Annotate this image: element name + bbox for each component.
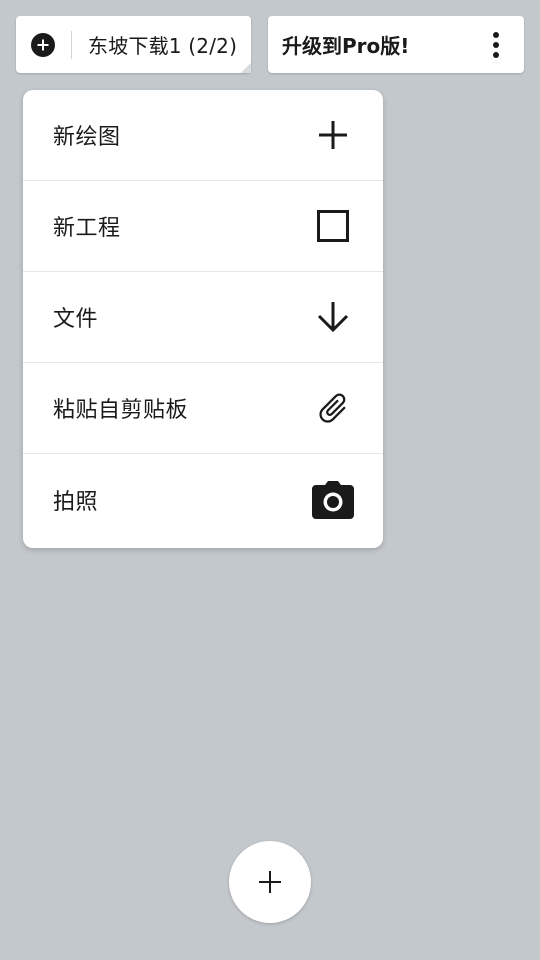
- menu-item-take-photo[interactable]: 拍照: [23, 454, 383, 545]
- menu-item-label: 新绘图: [53, 125, 121, 150]
- menu-item-new-drawing[interactable]: 新绘图: [23, 90, 383, 181]
- menu-item-paste-clipboard[interactable]: 粘贴自剪贴板: [23, 363, 383, 454]
- menu-item-file[interactable]: 文件: [23, 272, 383, 363]
- paperclip-icon: [311, 386, 355, 430]
- new-item-menu: 新绘图 新工程 文件 粘贴自剪贴板 拍照: [23, 90, 383, 548]
- arrow-down-icon: [311, 295, 355, 339]
- add-document-button[interactable]: [31, 32, 55, 57]
- divider: [71, 30, 72, 59]
- menu-item-label: 拍照: [53, 489, 99, 515]
- upgrade-banner[interactable]: 升级到Pro版!: [268, 16, 524, 73]
- square-icon: [311, 204, 355, 248]
- more-vert-icon-dot: [493, 51, 499, 58]
- more-vert-icon-dot: [493, 41, 499, 48]
- document-title[interactable]: 东坡下载1 (2/2): [88, 30, 237, 59]
- more-vert-icon: [493, 31, 499, 38]
- plus-circle-icon: [37, 39, 49, 50]
- document-tab[interactable]: 东坡下载1 (2/2): [16, 16, 251, 73]
- more-options-button[interactable]: [476, 23, 516, 67]
- plus-icon: [259, 871, 281, 893]
- upgrade-label[interactable]: 升级到Pro版!: [282, 30, 409, 59]
- add-fab-button[interactable]: [229, 841, 311, 923]
- menu-item-label: 文件: [53, 307, 99, 332]
- menu-item-label: 新工程: [53, 216, 121, 241]
- menu-item-label: 粘贴自剪贴板: [53, 398, 189, 423]
- page-fold: [241, 63, 251, 73]
- menu-item-new-project[interactable]: 新工程: [23, 181, 383, 272]
- camera-icon: [311, 478, 355, 522]
- plus-icon: [311, 113, 355, 157]
